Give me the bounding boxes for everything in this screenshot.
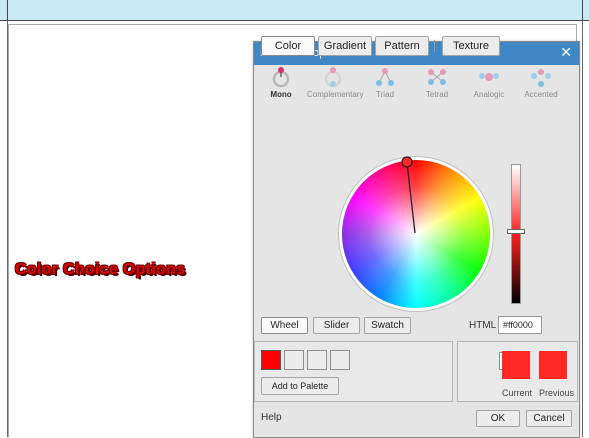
- color-wheel-disc[interactable]: [342, 160, 490, 308]
- tab-texture[interactable]: Texture: [442, 36, 500, 56]
- complementary-icon: [324, 67, 342, 88]
- mode-wheel-button[interactable]: Wheel: [261, 317, 308, 334]
- harmony-label-tetrad: Tetrad: [425, 90, 449, 99]
- palette-swatch-2[interactable]: [284, 350, 304, 370]
- harmony-tetrad[interactable]: Tetrad: [411, 66, 463, 106]
- current-color-preview: [502, 351, 530, 379]
- previous-color-preview[interactable]: [539, 351, 567, 379]
- harmony-triad[interactable]: Triad: [359, 66, 411, 106]
- previous-label: Previous: [539, 388, 575, 398]
- palette-swatch-4[interactable]: [330, 350, 350, 370]
- harmony-label-analogic: Analogic: [473, 90, 505, 99]
- mono-icon: [272, 67, 290, 88]
- add-to-palette-button[interactable]: Add to Palette: [261, 377, 339, 395]
- triad-icon: [376, 68, 394, 86]
- annotation-label: Color Choice Options: [15, 261, 186, 278]
- harmony-label-complementary: Complementary: [307, 90, 364, 99]
- mode-slider-button[interactable]: Slider: [313, 317, 360, 334]
- accented-icon: [531, 69, 551, 87]
- palette-swatch-3[interactable]: [307, 350, 327, 370]
- harmony-label-accented: Accented: [524, 90, 558, 99]
- tab-gradient[interactable]: Gradient: [318, 36, 372, 56]
- close-icon[interactable]: ✕: [560, 45, 572, 59]
- outer-window-right-edge: [582, 0, 583, 20]
- tab-divider: [434, 40, 435, 52]
- harmony-label-triad: Triad: [376, 90, 394, 99]
- html-color-field[interactable]: #ff0000: [498, 316, 542, 334]
- html-label: HTML: [469, 320, 497, 331]
- harmony-label-mono: Mono: [270, 90, 292, 99]
- mode-swatch-button[interactable]: Swatch: [364, 317, 411, 334]
- current-label: Current: [502, 388, 533, 398]
- harmony-mono[interactable]: Mono: [255, 66, 307, 106]
- harmony-analogic[interactable]: Analogic: [463, 66, 515, 106]
- lightness-slider-handle[interactable]: [507, 229, 525, 234]
- outer-window-top-bar: [0, 0, 589, 21]
- harmony-complementary[interactable]: Complementary: [307, 66, 364, 106]
- analogic-icon: [479, 73, 499, 81]
- color-wheel[interactable]: [342, 160, 490, 308]
- help-link[interactable]: Help: [261, 412, 282, 423]
- lightness-slider[interactable]: [511, 164, 521, 304]
- cancel-button[interactable]: Cancel: [526, 410, 572, 427]
- outer-window-left-edge: [7, 0, 8, 20]
- harmony-accented[interactable]: Accented: [515, 66, 567, 106]
- tab-pattern[interactable]: Pattern: [375, 36, 429, 56]
- palette-swatch-1[interactable]: [261, 350, 281, 370]
- tetrad-icon: [428, 69, 446, 85]
- tab-color[interactable]: Color: [261, 36, 315, 56]
- ok-button[interactable]: OK: [476, 410, 520, 427]
